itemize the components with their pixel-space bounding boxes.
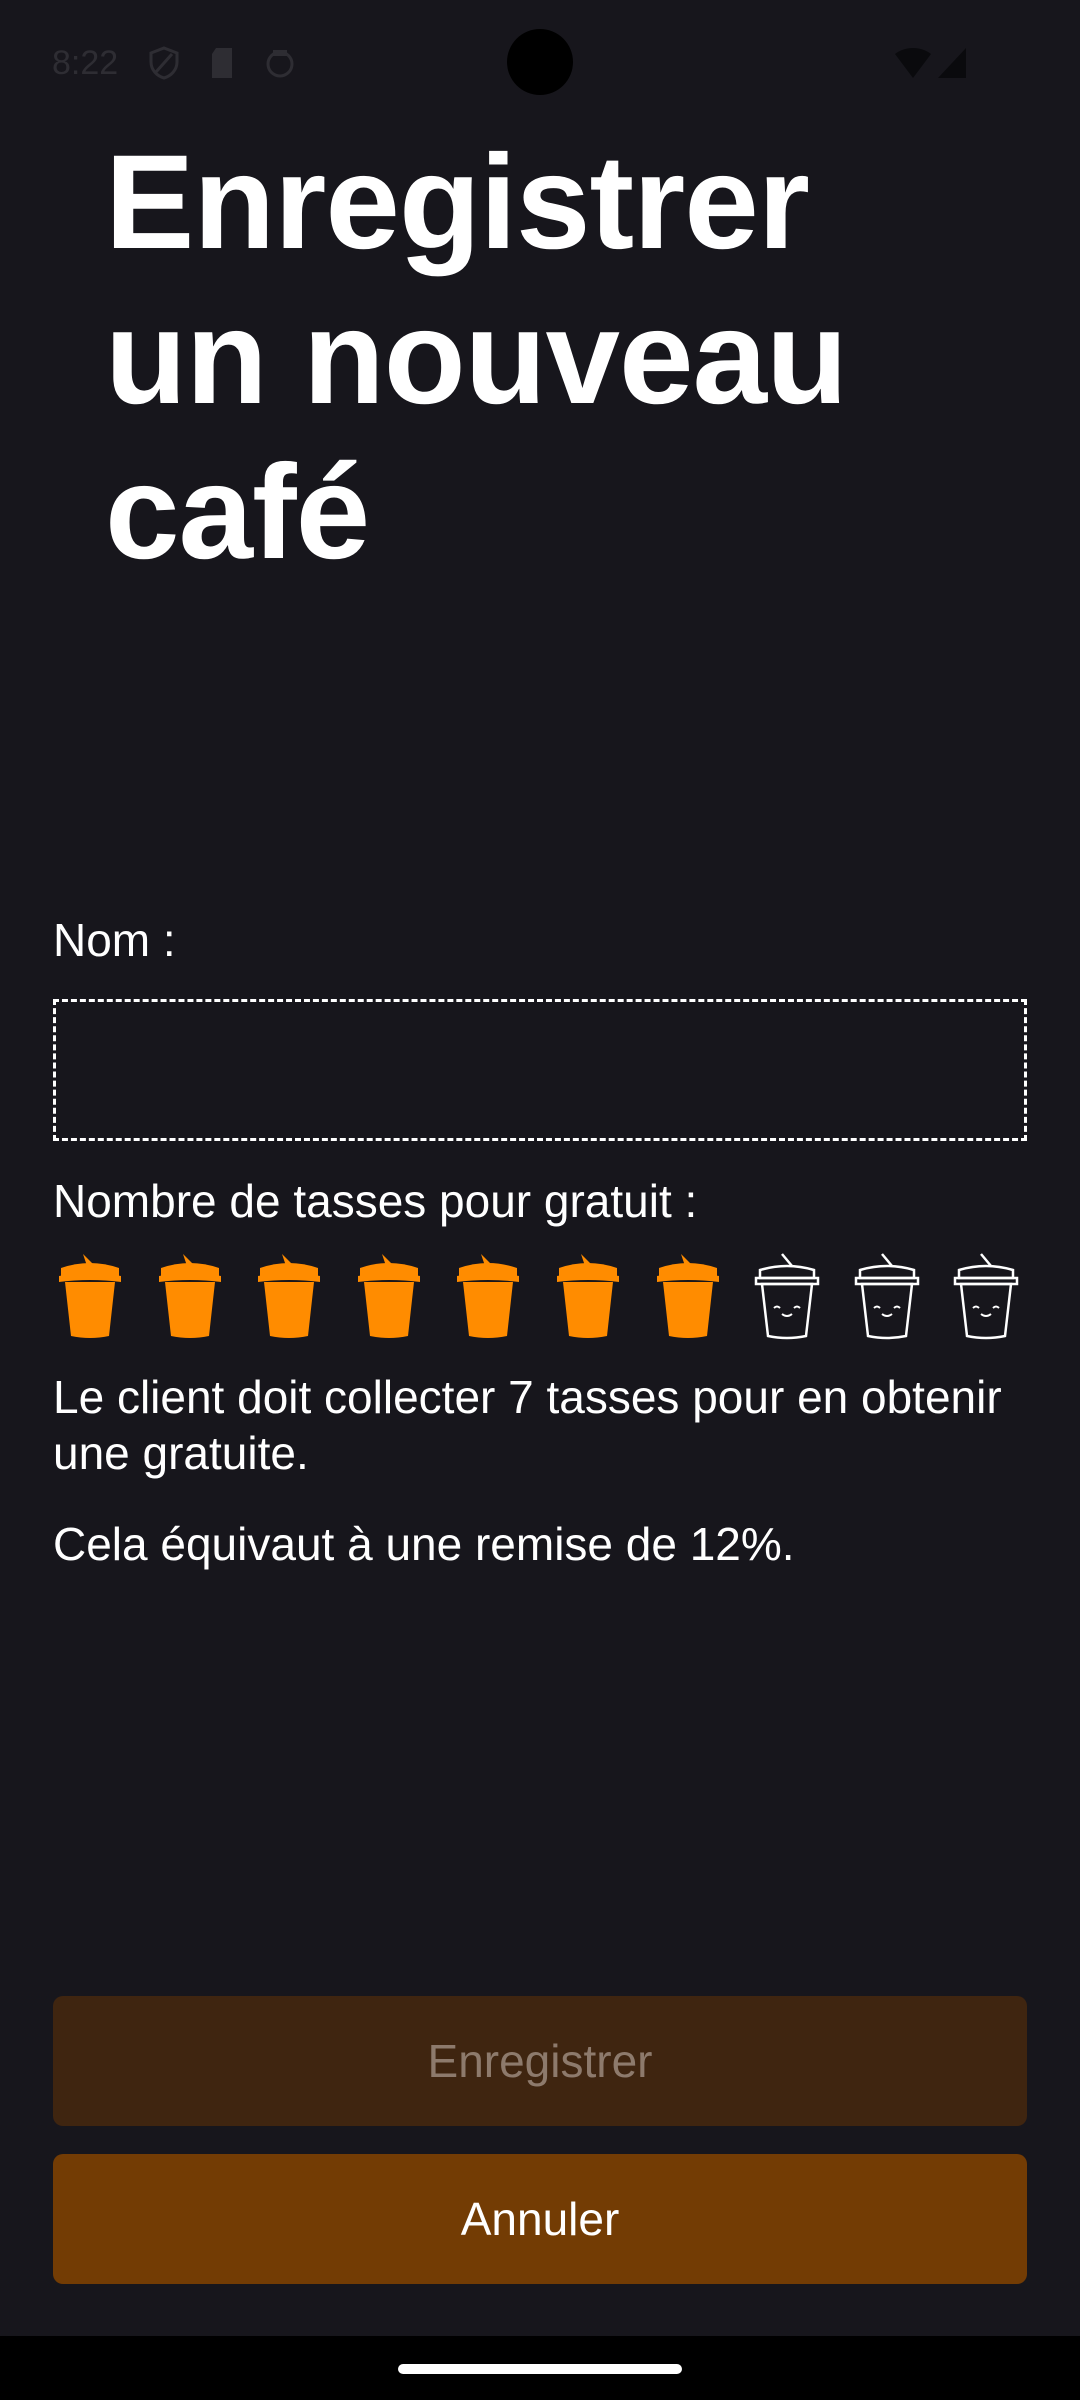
status-time: 8:22 — [52, 44, 119, 82]
name-label: Nom : — [53, 914, 176, 966]
cancel-button[interactable]: Annuler — [53, 2154, 1027, 2284]
cup-empty-icon[interactable] — [949, 1250, 1023, 1340]
home-indicator[interactable] — [398, 2364, 682, 2374]
status-bar: 8:22 — [0, 0, 1080, 130]
shield-icon — [149, 46, 179, 80]
cup-filled-icon[interactable] — [651, 1250, 725, 1340]
cup-filled-icon[interactable] — [53, 1250, 127, 1340]
name-input[interactable] — [53, 999, 1027, 1141]
app-screen: 8:22 Enregistrer un nouveau café Nom : N… — [0, 0, 1080, 2400]
info-collect-text: Le client doit collecter 7 tasses pour e… — [53, 1371, 1002, 1479]
cups-selector — [53, 1250, 1027, 1340]
cup-empty-icon[interactable] — [850, 1250, 924, 1340]
cup-filled-icon[interactable] — [451, 1250, 525, 1340]
vpn-icon — [266, 50, 294, 78]
cup-filled-icon[interactable] — [352, 1250, 426, 1340]
cup-filled-icon[interactable] — [551, 1250, 625, 1340]
cell-signal-icon — [938, 48, 966, 78]
cup-filled-icon[interactable] — [153, 1250, 227, 1340]
wifi-icon — [895, 48, 931, 78]
info-discount-text: Cela équivaut à une remise de 12%. — [53, 1518, 795, 1570]
page-title: Enregistrer un nouveau café — [105, 128, 848, 587]
cup-empty-icon[interactable] — [750, 1250, 824, 1340]
camera-cutout — [507, 29, 573, 95]
cups-label: Nombre de tasses pour gratuit : — [53, 1175, 698, 1227]
save-button[interactable]: Enregistrer — [53, 1996, 1027, 2126]
sim-card-icon — [212, 48, 232, 78]
cup-filled-icon[interactable] — [252, 1250, 326, 1340]
